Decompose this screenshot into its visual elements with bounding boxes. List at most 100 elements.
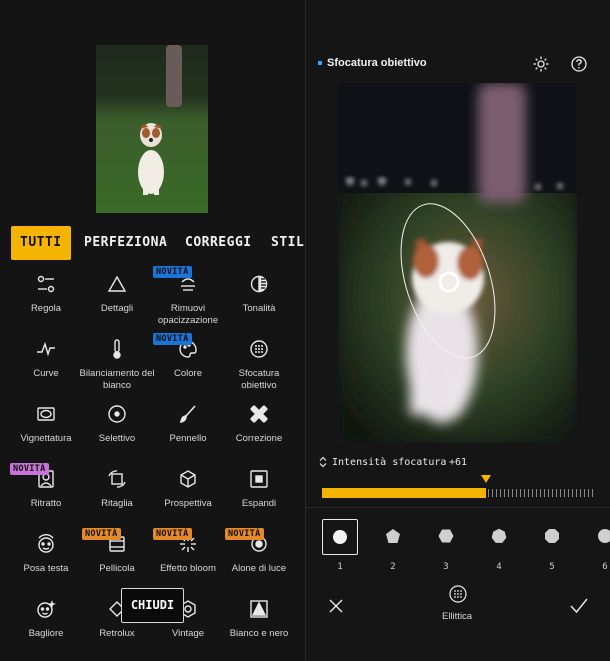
- tool-label: Sfocatura obiettivo: [238, 368, 280, 391]
- slider-ticks: [488, 489, 595, 497]
- tool-curve[interactable]: Curve: [8, 338, 84, 380]
- tool-rimuovi-opacizzazione[interactable]: Rimuovi opacizzazione: [150, 273, 226, 327]
- sparkle-face-icon: [37, 600, 56, 618]
- tonal-circle-icon: [250, 275, 268, 293]
- new-badge: NOVITÀ: [225, 528, 264, 540]
- mode-label: Ellittica: [442, 611, 473, 622]
- tool-regola[interactable]: Regola: [8, 273, 84, 315]
- triangle-icon: [107, 275, 127, 292]
- shape-option-round[interactable]: [587, 519, 610, 555]
- tool-dettagli[interactable]: Dettagli: [79, 273, 155, 315]
- tools-panel: TUTTI PERFEZIONA CORREGGI STILE Regola D…: [0, 0, 305, 661]
- tool-label: Colore: [174, 368, 202, 379]
- shape-option-octagon[interactable]: [534, 519, 570, 555]
- tool-vignettatura[interactable]: Vignettatura: [8, 403, 84, 445]
- elliptical-mode-icon[interactable]: [449, 585, 467, 603]
- title-dot: [318, 61, 322, 66]
- pentagon-shape-icon: [386, 529, 400, 543]
- photo-preview[interactable]: [338, 83, 577, 443]
- help-icon[interactable]: [571, 56, 587, 72]
- tool-label: Vintage: [171, 628, 205, 639]
- round-shape-icon: [598, 529, 610, 543]
- tool-label: Rimuovi opacizzazione: [157, 303, 219, 326]
- curve-icon: [37, 341, 55, 357]
- shape-number: 2: [390, 562, 396, 572]
- new-badge: NOVITÀ: [10, 463, 49, 475]
- shape-number: 3: [443, 562, 449, 572]
- close-button[interactable]: CHIUDI: [121, 588, 184, 623]
- tool-label: Curve: [33, 368, 59, 379]
- shape-option-circle[interactable]: [322, 519, 358, 555]
- slider-value: +61: [449, 457, 468, 468]
- tool-posa-testa[interactable]: Posa testa: [8, 533, 84, 575]
- new-badge: NOVITÀ: [153, 333, 192, 345]
- tool-label: Vignettatura: [20, 433, 72, 444]
- tool-correzione[interactable]: Correzione: [221, 403, 297, 445]
- photo-thumbnail: [96, 45, 208, 213]
- tool-label: Bilanciamento del bianco: [79, 368, 155, 391]
- tool-label: Posa testa: [23, 563, 69, 574]
- heptagon-shape-icon: [491, 528, 507, 543]
- tab-perfeziona[interactable]: PERFEZIONA: [84, 226, 167, 260]
- tool-sfocatura-obiettivo[interactable]: Sfocatura obiettivo: [221, 338, 297, 392]
- target-icon: [108, 405, 126, 423]
- tool-ritaglia[interactable]: Ritaglia: [79, 468, 155, 510]
- vignette-icon: [37, 407, 55, 421]
- shape-option-pentagon[interactable]: [375, 519, 411, 555]
- intensity-slider[interactable]: [322, 475, 595, 498]
- panel-title-text: Sfocatura obiettivo: [327, 57, 427, 69]
- new-badge: NOVITÀ: [82, 528, 121, 540]
- thermometer-icon: [113, 339, 121, 359]
- new-badge: NOVITÀ: [153, 528, 192, 540]
- brush-icon: [180, 405, 196, 424]
- shape-number: 6: [602, 562, 608, 572]
- circle-shape-icon: [333, 530, 347, 544]
- tool-label: Retrolux: [99, 628, 135, 639]
- slider-label: Intensità sfocatura: [332, 457, 447, 468]
- sliders-icon: [37, 275, 55, 293]
- new-badge: NOVITÀ: [153, 266, 192, 278]
- brightness-icon[interactable]: [533, 56, 549, 72]
- tab-stile[interactable]: STILE: [271, 226, 305, 260]
- shape-number: 5: [549, 562, 555, 572]
- shape-option-hexagon[interactable]: [428, 519, 464, 555]
- tool-label: Ritratto: [30, 498, 62, 509]
- chevron-updown-icon: [319, 456, 327, 468]
- expand-icon: [250, 470, 268, 488]
- panel-title: Sfocatura obiettivo: [318, 57, 427, 69]
- tool-bagliore[interactable]: Bagliore: [8, 598, 84, 640]
- tool-label: Effetto bloom: [160, 563, 216, 574]
- confirm-icon[interactable]: [570, 598, 588, 614]
- tool-label: Regola: [30, 303, 62, 314]
- section-divider: [306, 507, 610, 508]
- tool-espandi[interactable]: Espandi: [221, 468, 297, 510]
- tool-label: Pellicola: [99, 563, 135, 574]
- tool-label: Correzione: [235, 433, 283, 444]
- tool-bianco-e-nero[interactable]: Bianco e nero: [221, 598, 297, 640]
- tab-tutti[interactable]: TUTTI: [11, 226, 71, 260]
- tool-prospettiva[interactable]: Prospettiva: [150, 468, 226, 510]
- tool-label: Bianco e nero: [229, 628, 289, 639]
- photo-canvas: [338, 83, 577, 443]
- tool-label: Selettivo: [98, 433, 136, 444]
- slider-fill: [322, 488, 486, 498]
- tree-trunk: [166, 45, 182, 107]
- tool-label: Prospettiva: [164, 498, 212, 509]
- shape-number: 1: [337, 562, 343, 572]
- crop-rotate-icon: [108, 470, 126, 488]
- cancel-icon[interactable]: [328, 598, 344, 614]
- tool-label: Tonalità: [242, 303, 276, 314]
- lens-blur-icon: [250, 340, 268, 358]
- tool-pennello[interactable]: Pennello: [150, 403, 226, 445]
- octagon-shape-icon: [545, 529, 559, 543]
- tool-tonalita[interactable]: Tonalità: [221, 273, 297, 315]
- tool-selettivo[interactable]: Selettivo: [79, 403, 155, 445]
- bw-icon: [250, 600, 268, 618]
- tool-bilanciamento-bianco[interactable]: Bilanciamento del bianco: [79, 338, 155, 392]
- tab-correggi[interactable]: CORREGGI: [185, 226, 252, 260]
- tool-label: Dettagli: [100, 303, 134, 314]
- slider-thumb[interactable]: [481, 475, 491, 483]
- tool-label: Ritaglia: [101, 498, 133, 509]
- shape-option-heptagon[interactable]: [481, 519, 517, 555]
- tool-label: Bagliore: [28, 628, 64, 639]
